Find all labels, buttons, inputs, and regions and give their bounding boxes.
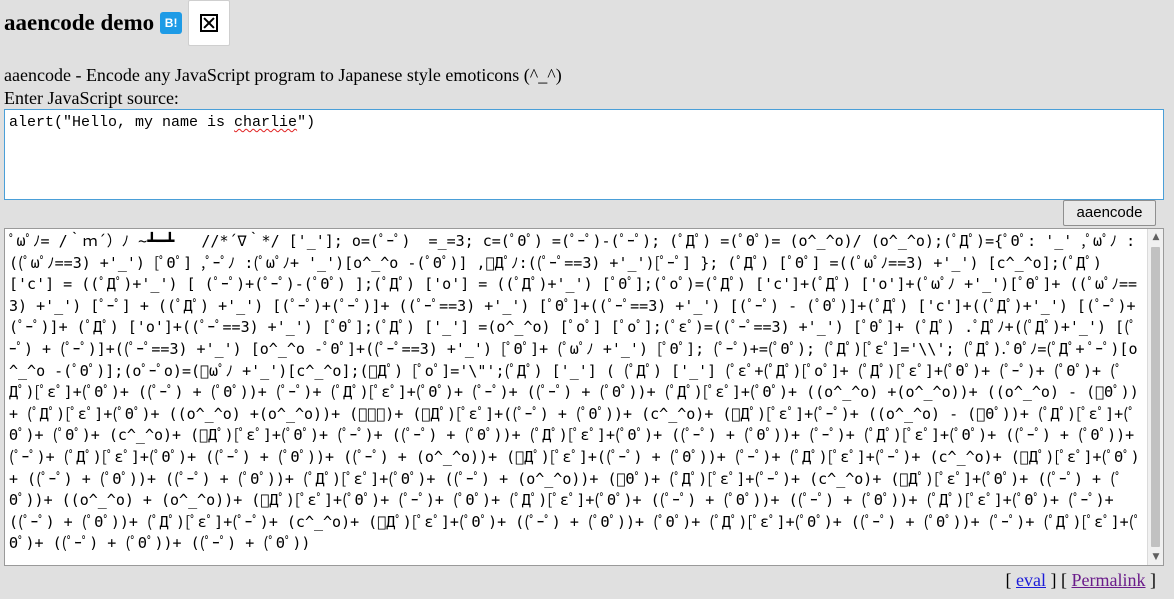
eval-link[interactable]: eval xyxy=(1016,570,1046,590)
source-label: Enter JavaScript source: xyxy=(4,88,179,108)
description: aaencode - Encode any JavaScript program… xyxy=(4,65,562,85)
scroll-up-icon[interactable]: ▲ xyxy=(1148,229,1163,245)
page-title: aaencode demo xyxy=(4,10,155,35)
bracket-separator: ] [ xyxy=(1046,570,1072,590)
source-text-suffix: ") xyxy=(297,114,316,131)
scroll-thumb[interactable] xyxy=(1151,247,1160,547)
source-text-prefix: alert("Hello, my name is xyxy=(9,114,235,131)
tweet-button[interactable] xyxy=(188,0,231,46)
bracket-open: [ xyxy=(1005,570,1017,590)
hatena-bookmark-icon[interactable]: B! xyxy=(160,12,183,34)
footer-links: [ eval ] [ Permalink ] xyxy=(1006,568,1156,592)
broken-image-icon xyxy=(200,14,219,32)
bracket-close: ] xyxy=(1145,570,1156,590)
encoded-output: ﾟωﾟﾉ= /｀ｍ´）ﾉ ~┻━┻ //*´∇｀*/ ['_']; o=(ﾟｰﾟ… xyxy=(9,232,1145,553)
scroll-down-icon[interactable]: ▼ xyxy=(1148,549,1163,565)
header: aaencode demo B! xyxy=(4,0,231,46)
output-textarea[interactable]: ﾟωﾟﾉ= /｀ｍ´）ﾉ ~┻━┻ //*´∇｀*/ ['_']; o=(ﾟｰﾟ… xyxy=(4,228,1164,566)
aaencode-button[interactable]: aaencode xyxy=(1063,200,1156,226)
output-scrollbar[interactable]: ▲ ▼ xyxy=(1147,229,1163,565)
spellcheck-flagged-word: charlie xyxy=(234,114,298,131)
permalink-link[interactable]: Permalink xyxy=(1072,570,1146,590)
source-textarea[interactable]: alert("Hello, my name is charlie") xyxy=(4,109,1164,200)
